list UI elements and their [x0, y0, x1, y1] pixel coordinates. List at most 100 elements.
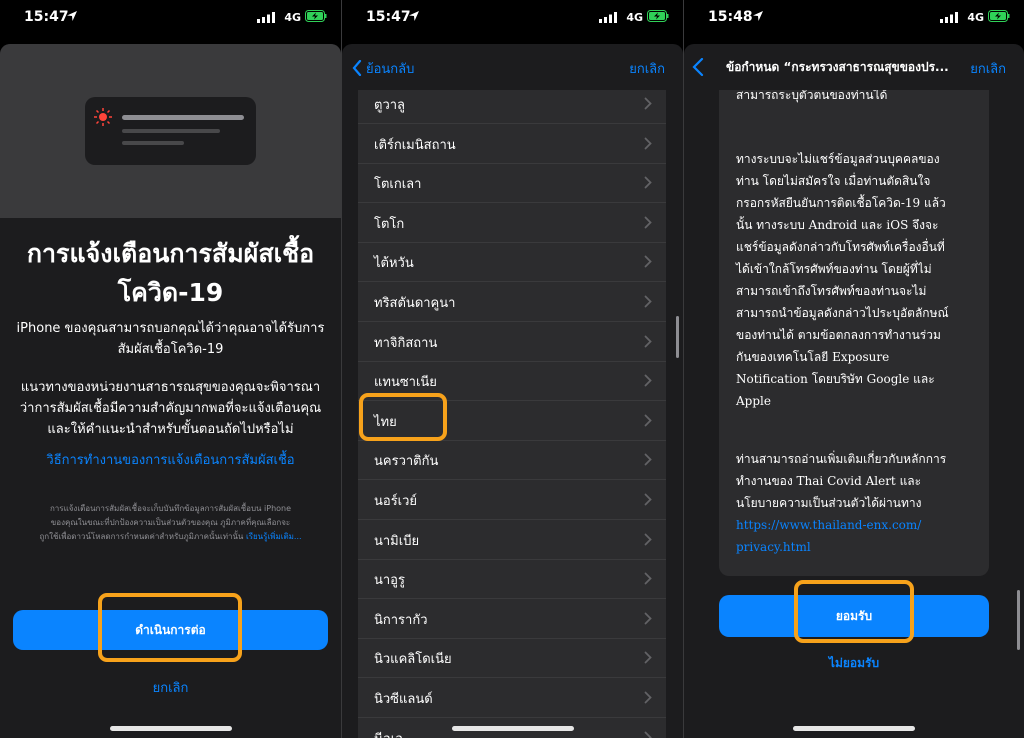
- chevron-right-icon: [644, 295, 652, 308]
- country-row[interactable]: นิการากัว: [358, 599, 666, 639]
- country-label: โตเกเลา: [374, 177, 422, 193]
- cancel-link[interactable]: ยกเลิก: [0, 677, 341, 698]
- chevron-right-icon: [644, 137, 652, 149]
- country-row[interactable]: นอร์เวย์: [358, 480, 666, 520]
- terms-title: ข้อกำหนด “กระทรวงสาธารณสุขของปร...: [726, 60, 949, 74]
- battery-charging-icon: [647, 10, 669, 22]
- page-title: การแจ้งเตือนการสัมผัสเชื้อ โควิด-19: [26, 239, 315, 307]
- panel-terms: 15:48 4G ข้อกำหนด “กระทรวงสาธารณสุขของปร…: [684, 0, 1024, 738]
- chevron-right-icon: [644, 335, 652, 347]
- terms-line: Apple: [736, 394, 771, 408]
- country-label: นิการากัว: [374, 612, 428, 628]
- chevron-right-icon: [644, 414, 652, 427]
- home-indicator: [793, 726, 915, 731]
- country-label: ทาจิกิสถาน: [374, 335, 438, 351]
- country-row[interactable]: นาอูรู: [358, 559, 666, 600]
- status-time: 15:47: [366, 9, 411, 25]
- terms-line: ทำงานของ Thai Covid Alert และ: [736, 474, 922, 488]
- how-it-works-link[interactable]: วิธีการทำงานของการแจ้งเตือนการสัมผัสเชื้…: [10, 449, 331, 470]
- status-bar: 15:47 4G: [0, 0, 341, 36]
- country-row[interactable]: โตโก: [358, 203, 666, 243]
- chevron-right-icon: [644, 97, 652, 110]
- chevron-right-icon: [644, 612, 652, 625]
- country-row[interactable]: ตูวาลู: [358, 84, 666, 124]
- chevron-right-icon: [644, 533, 652, 545]
- terms-line: แชร์ข้อมูลดังกล่าวกับโทรศัพท์เครื่องอื่น…: [736, 240, 945, 254]
- decline-link[interactable]: ไม่ยอมรับ: [684, 654, 1024, 673]
- country-label: นิวแคลิโดเนีย: [374, 652, 452, 668]
- panel-exposure-intro: 15:47 4G การแจ้งเตือนการสัมผัสเชื้อ โควิ…: [0, 0, 341, 738]
- privacy-fine-print: การแจ้งเตือนการสัมผัสเชื้อจะเก็บบันทึกข้…: [39, 504, 302, 541]
- battery-charging-icon: [988, 10, 1010, 22]
- chevron-left-icon: [352, 59, 362, 77]
- subtitle: iPhone ของคุณสามารถบอกคุณได้ว่าคุณอาจได้…: [16, 321, 325, 357]
- learn-more-link[interactable]: เรียนรู้เพิ่มเติม...: [246, 532, 302, 541]
- country-row[interactable]: ทาจิกิสถาน: [358, 322, 666, 362]
- country-row[interactable]: นามิเบีย: [358, 520, 666, 560]
- scrollbar[interactable]: [1017, 590, 1020, 650]
- cancel-button[interactable]: ยกเลิก: [629, 58, 665, 79]
- country-row[interactable]: เติร์กเมนิสถาน: [358, 124, 666, 164]
- signal-icon: [940, 12, 958, 23]
- notification-illustration: [85, 97, 256, 165]
- country-row[interactable]: นิวแคลิโดเนีย: [358, 638, 666, 679]
- highlight-outline: [98, 593, 242, 662]
- country-row[interactable]: นิวซีแลนด์: [358, 678, 666, 718]
- description: แนวทางของหน่วยงานสาธารณสุขของคุณจะพิจารณ…: [19, 380, 322, 437]
- country-label: นครวาติกัน: [374, 454, 439, 470]
- terms-line: ท่านสามารถอ่านเพิ่มเติมเกี่ยวกับหลักการ: [736, 452, 947, 466]
- terms-text-card[interactable]: สามารถระบุตัวตนของท่านได้ ทางระบบจะไม่แช…: [719, 90, 989, 576]
- panel-region-select: 15:47 4G ย้อนกลับ ยกเลิก ตูวาลู เติร์กเมน…: [342, 0, 683, 738]
- terms-line: สามารถนำข้อมูลดังกล่าวไประบุอัตลักษณ์: [736, 306, 949, 320]
- highlight-outline: [794, 580, 914, 643]
- terms-line: ของท่านได้ ตามข้อตกลงการทำงานร่วม: [736, 328, 941, 342]
- country-row[interactable]: โตเกเลา: [358, 163, 666, 204]
- location-arrow-icon: [753, 11, 763, 21]
- country-row[interactable]: ทริสตันดาคูนา: [358, 282, 666, 322]
- home-indicator: [451, 726, 574, 731]
- chevron-right-icon: [644, 651, 652, 664]
- country-row[interactable]: นครวาติกัน: [358, 440, 666, 481]
- country-label: เติร์กเมนิสถาน: [374, 137, 456, 153]
- network-type: 4G: [967, 11, 984, 24]
- network-type: 4G: [284, 11, 301, 24]
- privacy-url-link[interactable]: https://www.thailand-enx.com/ privacy.ht…: [736, 514, 977, 558]
- country-label: ตูวาลู: [374, 98, 406, 113]
- scrollbar[interactable]: [676, 316, 679, 358]
- country-label: นาอูรู: [374, 573, 405, 589]
- terms-line: ทางระบบจะไม่แชร์ข้อมูลส่วนบุคคลของ: [736, 152, 940, 166]
- status-time: 15:48: [708, 9, 753, 25]
- country-label: ทริสตันดาคูนา: [374, 296, 456, 311]
- terms-line: กันของเทคโนโลยี Exposure: [736, 350, 890, 364]
- location-arrow-icon: [409, 11, 419, 21]
- country-label: ไต้หวัน: [374, 256, 414, 272]
- chevron-right-icon: [644, 731, 652, 738]
- country-row[interactable]: ไต้หวัน: [358, 242, 666, 283]
- chevron-right-icon: [644, 453, 652, 466]
- cancel-button[interactable]: ยกเลิก: [970, 58, 1006, 79]
- battery-charging-icon: [305, 10, 327, 22]
- back-label: ย้อนกลับ: [366, 62, 415, 77]
- country-label: นอร์เวย์: [374, 494, 418, 509]
- status-bar: 15:48 4G: [684, 0, 1024, 36]
- chevron-right-icon: [644, 216, 652, 229]
- country-label: นามิเบีย: [374, 533, 420, 549]
- nav-bar: ข้อกำหนด “กระทรวงสาธารณสุขของปร... ยกเลิ…: [684, 44, 1024, 90]
- signal-icon: [257, 12, 275, 23]
- terms-paragraph: สามารถระบุตัวตนของท่านได้: [736, 90, 888, 102]
- location-arrow-icon: [67, 11, 77, 21]
- terms-line: สามารถเข้าถึงโทรศัพท์ของท่านจะไม่: [736, 284, 927, 298]
- exposure-icon: [94, 108, 112, 126]
- chevron-right-icon: [644, 374, 652, 387]
- back-button[interactable]: ย้อนกลับ: [352, 58, 414, 79]
- terms-line: นั้น ทางระบบ Android และ iOS จึงจะ: [736, 218, 939, 232]
- terms-line: ได้เข้าใกล้โทรศัพท์ของท่าน โดยผู้ที่ไม่: [736, 262, 932, 276]
- status-time: 15:47: [24, 9, 69, 25]
- signal-icon: [599, 12, 617, 23]
- country-label: โตโก: [374, 216, 405, 232]
- chevron-right-icon: [644, 255, 652, 268]
- terms-line: Notification โดยบริษัท Google และ: [736, 372, 935, 386]
- country-label: นิวซีแลนด์: [374, 692, 433, 707]
- chevron-left-icon[interactable]: [692, 58, 704, 76]
- chevron-right-icon: [644, 691, 652, 704]
